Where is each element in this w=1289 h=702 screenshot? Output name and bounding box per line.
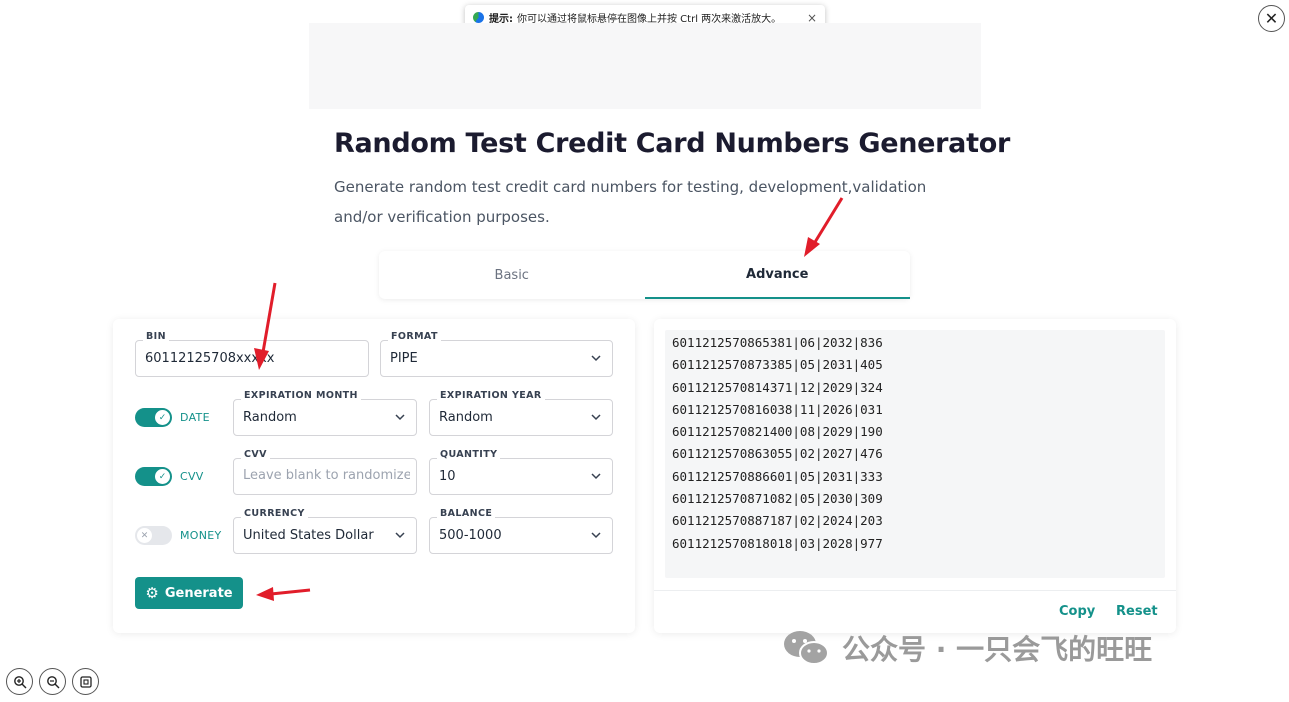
bin-field[interactable]: BIN 60112125708xxxxx bbox=[135, 331, 369, 377]
chevron-down-icon bbox=[591, 473, 601, 480]
expiration-month-value: Random bbox=[243, 410, 297, 425]
format-select[interactable]: FORMAT PIPE bbox=[380, 331, 613, 377]
date-toggle[interactable]: ✓ bbox=[135, 408, 172, 427]
wechat-icon bbox=[784, 631, 829, 665]
money-toggle[interactable]: ✕ bbox=[135, 526, 172, 545]
currency-select[interactable]: CURRENCY United States Dollar bbox=[233, 508, 417, 554]
quantity-value: 10 bbox=[439, 469, 456, 484]
chevron-down-icon bbox=[591, 532, 601, 539]
bin-value: 60112125708xxxxx bbox=[145, 351, 275, 366]
generate-label: Generate bbox=[164, 585, 233, 601]
x-icon: ✕ bbox=[137, 528, 152, 543]
tab-advance[interactable]: Advance bbox=[644, 251, 910, 299]
money-toggle-label: MONEY bbox=[180, 529, 222, 542]
expiration-month-select[interactable]: EXPIRATION MONTH Random bbox=[233, 390, 417, 436]
balance-label: BALANCE bbox=[437, 508, 496, 519]
zoom-in-button[interactable] bbox=[6, 668, 33, 695]
page-description: Generate random test credit card numbers… bbox=[334, 178, 927, 226]
format-label: FORMAT bbox=[388, 331, 441, 342]
chevron-down-icon bbox=[591, 355, 601, 362]
cvv-toggle-row: ✓ CVV bbox=[135, 467, 204, 486]
cvv-input[interactable] bbox=[243, 468, 410, 483]
cvv-toggle-label: CVV bbox=[180, 470, 204, 483]
generate-button[interactable]: ⚙ Generate bbox=[135, 577, 243, 609]
fit-screen-button[interactable] bbox=[72, 668, 99, 695]
currency-value: United States Dollar bbox=[243, 528, 374, 543]
expiration-year-label: EXPIRATION YEAR bbox=[437, 390, 545, 401]
expiration-year-value: Random bbox=[439, 410, 493, 425]
quantity-label: QUANTITY bbox=[437, 449, 501, 460]
watermark: 公众号 · 一只会飞的旺旺 bbox=[782, 628, 1152, 668]
cvv-label: CVV bbox=[241, 449, 270, 460]
bin-label: BIN bbox=[143, 331, 169, 342]
balance-value: 500-1000 bbox=[439, 528, 502, 543]
chevron-down-icon bbox=[591, 414, 601, 421]
zoom-out-icon bbox=[46, 675, 59, 688]
cvv-toggle[interactable]: ✓ bbox=[135, 467, 172, 486]
cvv-field[interactable]: CVV bbox=[233, 449, 417, 495]
currency-label: CURRENCY bbox=[241, 508, 308, 519]
output-textarea[interactable]: 6011212570865381|06|2032|836 60112125708… bbox=[665, 330, 1165, 578]
reset-button[interactable]: Reset bbox=[1116, 604, 1158, 619]
date-toggle-row: ✓ DATE bbox=[135, 408, 210, 427]
date-toggle-label: DATE bbox=[180, 411, 210, 424]
balance-select[interactable]: BALANCE 500-1000 bbox=[429, 508, 613, 554]
copy-button[interactable]: Copy bbox=[1059, 604, 1095, 619]
ad-placeholder bbox=[309, 23, 981, 109]
zoom-in-icon bbox=[13, 675, 26, 688]
format-value: PIPE bbox=[390, 351, 418, 366]
check-icon: ✓ bbox=[155, 469, 170, 484]
gear-icon: ⚙ bbox=[145, 584, 159, 602]
zoom-out-button[interactable] bbox=[39, 668, 66, 695]
viewer-close-button[interactable]: ✕ bbox=[1258, 5, 1285, 32]
output-divider bbox=[654, 590, 1176, 591]
mode-tabs: Basic Advance bbox=[379, 251, 910, 299]
expiration-year-select[interactable]: EXPIRATION YEAR Random bbox=[429, 390, 613, 436]
money-toggle-row: ✕ MONEY bbox=[135, 526, 222, 545]
edge-browser-icon bbox=[473, 12, 484, 23]
chevron-down-icon bbox=[395, 414, 405, 421]
quantity-select[interactable]: QUANTITY 10 bbox=[429, 449, 613, 495]
check-icon: ✓ bbox=[155, 410, 170, 425]
tab-basic[interactable]: Basic bbox=[379, 251, 645, 299]
chevron-down-icon bbox=[395, 532, 405, 539]
page-title: Random Test Credit Card Numbers Generato… bbox=[334, 128, 1010, 159]
fit-screen-icon bbox=[79, 675, 92, 688]
watermark-text: 公众号 · 一只会飞的旺旺 bbox=[842, 633, 1153, 666]
expiration-month-label: EXPIRATION MONTH bbox=[241, 390, 361, 401]
